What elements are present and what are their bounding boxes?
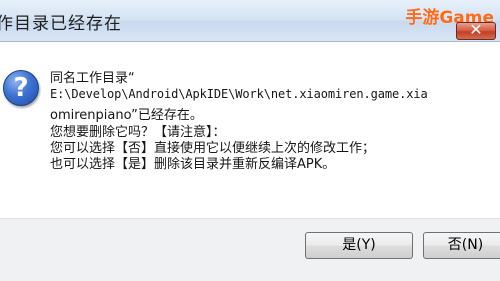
question-mark-glyph: ?	[13, 73, 29, 103]
no-button[interactable]: 否(N)	[423, 232, 500, 259]
button-bar: 是(Y) 否(N)	[0, 218, 500, 281]
question-icon: ?	[3, 70, 39, 106]
close-icon: ✕	[469, 20, 483, 39]
dialog-content: ? 同名工作目录“ E:\Develop\Android\ApkIDE\Work…	[0, 42, 500, 218]
close-button[interactable]: ✕	[456, 20, 496, 40]
yes-button[interactable]: 是(Y)	[305, 232, 413, 259]
message-path-line: E:\Develop\Android\ApkIDE\Work\net.xiaom…	[50, 87, 428, 101]
title-bar: 作目录已经存在 手游Game ✕	[0, 0, 500, 42]
message-line-6: 也可以选择【是】删除该目录并重新反编译APK。	[50, 157, 336, 172]
window-title: 作目录已经存在	[0, 14, 122, 34]
message-line-1: 同名工作目录“	[50, 71, 135, 86]
